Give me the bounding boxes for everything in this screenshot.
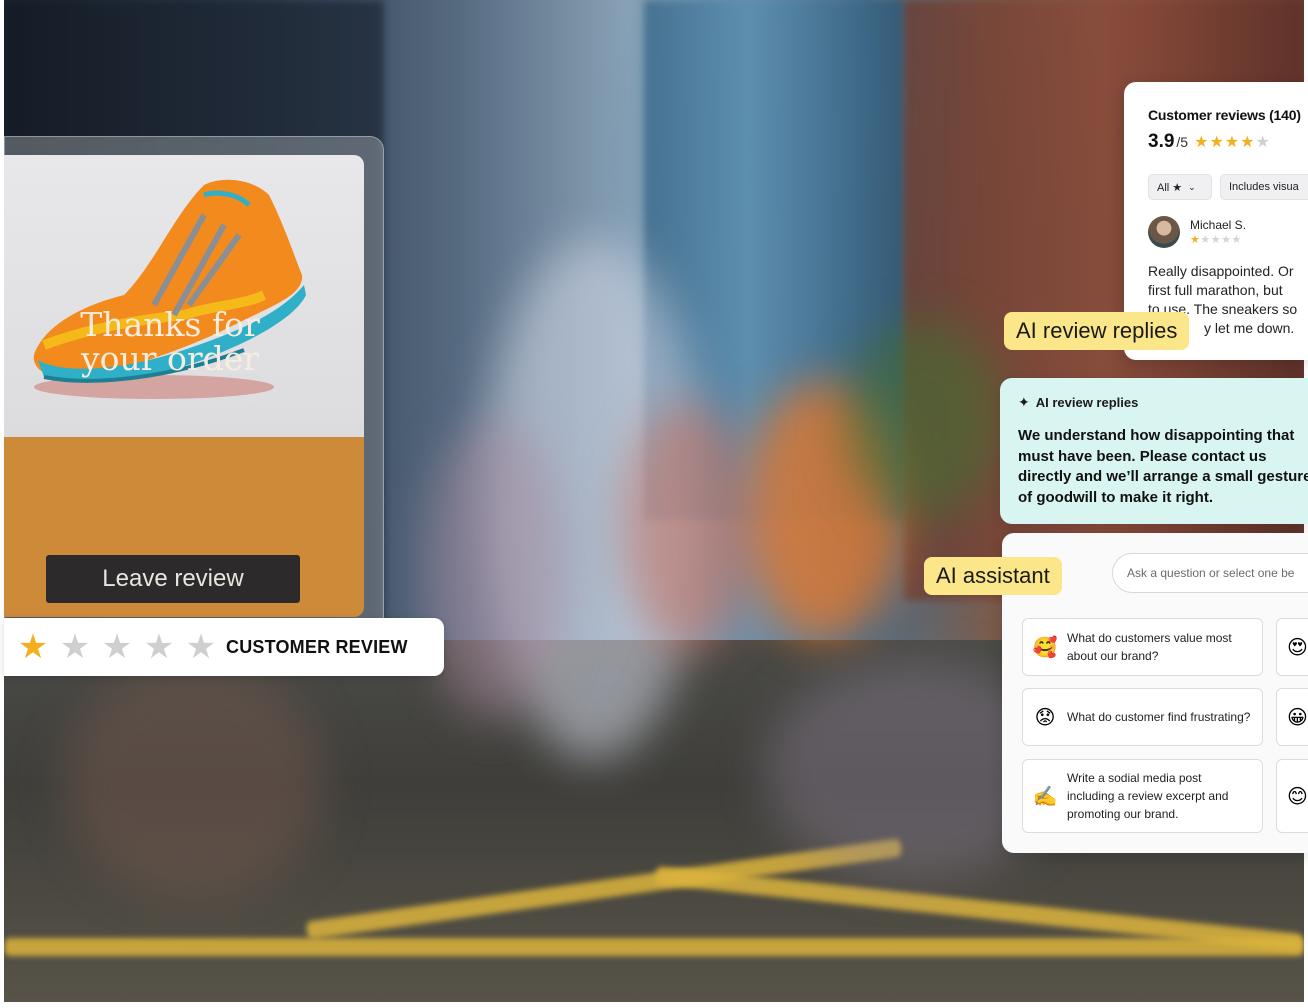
grinning-face-icon: 😀: [1287, 706, 1308, 729]
reviewer-stars: ★★★★★: [1190, 234, 1242, 246]
star-icon-4[interactable]: ★: [138, 618, 180, 676]
rating-summary: 3.9 /5 ★★★★★: [1148, 131, 1271, 153]
ai-reply-text: We understand how disappointing that mus…: [1018, 427, 1308, 506]
writing-hand-icon: ✍️: [1032, 785, 1058, 808]
reply-header: ✦ AI review replies: [1018, 394, 1138, 411]
rating-max: /5: [1176, 134, 1189, 150]
running-shoe-illustration: [33, 179, 306, 399]
filter-includes-visuals-label: Includes visua: [1229, 181, 1299, 193]
smiling-face-icon: 😊: [1287, 785, 1308, 808]
star-icon-5[interactable]: ★: [180, 618, 222, 676]
suggestion-text: What do customers value most about our b…: [1067, 631, 1232, 663]
customer-review-label: CUSTOMER REVIEW: [226, 636, 408, 657]
suggestion-text: Write a sodial media post including a re…: [1067, 771, 1229, 821]
star-icon-2[interactable]: ★: [54, 618, 96, 676]
reviewer-name: Michael S.: [1190, 218, 1247, 232]
review-text-line: Really disappointed. Or: [1148, 263, 1294, 279]
filter-includes-visuals[interactable]: Includes visua: [1220, 174, 1308, 200]
worried-face-icon: 😟: [1034, 706, 1056, 729]
filter-all-label: All ★: [1157, 181, 1183, 194]
ai-review-replies-tag: AI review replies: [1004, 312, 1190, 350]
reviews-title: Customer reviews (140): [1148, 107, 1301, 123]
suggestion-text: What do customer find frustrating?: [1067, 710, 1251, 724]
star-icon-3[interactable]: ★: [96, 618, 138, 676]
suggestion-card[interactable]: ✍️ Write a sodial media post including a…: [1022, 759, 1263, 833]
chevron-down-icon: ⌄: [1188, 181, 1196, 192]
sparkle-icon: ✦: [1018, 394, 1030, 410]
suggestion-card[interactable]: 🥰 What do customers value most about our…: [1022, 618, 1263, 676]
leave-review-button[interactable]: Leave review: [46, 555, 300, 603]
thanks-heading: Thanks for your order: [0, 308, 340, 376]
suggestion-card-partial[interactable]: 😊: [1276, 759, 1308, 833]
ai-reply-panel: ✦ AI review replies We understand how di…: [1000, 378, 1308, 524]
suggestion-card[interactable]: 😟 What do customer find frustrating?: [1022, 688, 1263, 746]
rating-stars: ★★★★★: [1194, 134, 1271, 151]
suggestion-card-partial[interactable]: 😀: [1276, 688, 1308, 746]
product-card: [4, 155, 364, 617]
smiling-face-hearts-icon: 🥰: [1032, 636, 1058, 659]
ask-question-input[interactable]: [1112, 553, 1308, 593]
thanks-line-2: your order: [80, 339, 260, 378]
heart-eyes-icon: 😍: [1287, 636, 1308, 659]
product-image: [4, 155, 364, 437]
filter-all-dropdown[interactable]: All ★ ⌄: [1148, 174, 1212, 200]
reply-header-label: AI review replies: [1035, 395, 1139, 410]
ai-assistant-tag: AI assistant: [924, 557, 1062, 595]
thanks-line-1: Thanks for: [80, 305, 260, 344]
customer-review-strip: ★ ★ ★ ★ ★ CUSTOMER REVIEW: [4, 618, 444, 676]
star-icon-1[interactable]: ★: [12, 618, 54, 676]
review-text-line: first full marathon, but: [1148, 282, 1283, 298]
avatar: [1148, 216, 1180, 248]
rating-value: 3.9: [1148, 131, 1175, 152]
suggestion-card-partial[interactable]: 😍: [1276, 618, 1308, 676]
